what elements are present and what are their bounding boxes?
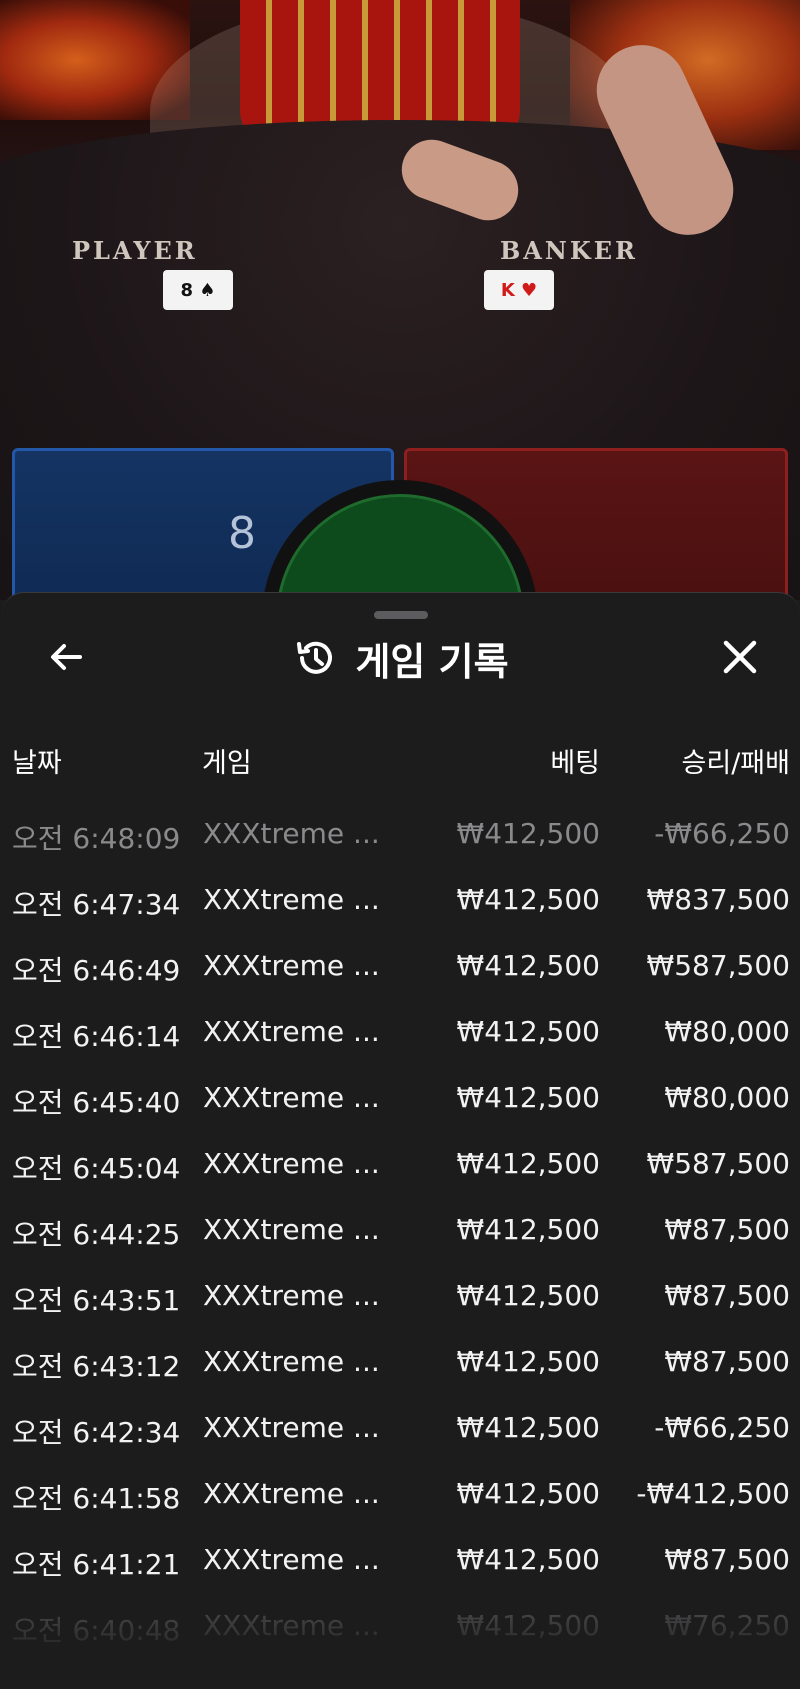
row-date: 오전 6:46:49 [12, 954, 181, 987]
row-win-loss: -₩66,250 [654, 817, 790, 850]
history-row[interactable]: 오전 6:40:48 XXXtreme ... ₩412,500 ₩76,250 [2, 1595, 800, 1661]
history-icon [297, 641, 333, 674]
row-bet: ₩412,500 [456, 1081, 600, 1114]
row-bet: ₩412,500 [456, 949, 600, 982]
close-icon [723, 640, 757, 674]
row-game: XXXtreme ... [203, 1147, 380, 1180]
row-win-loss: ₩87,500 [664, 1345, 790, 1378]
row-date: 오전 6:40:48 [12, 1614, 181, 1647]
row-date: 오전 6:46:14 [12, 1020, 181, 1053]
row-game: XXXtreme ... [203, 1213, 380, 1246]
history-list: 오전 6:48:09 XXXtreme ... ₩412,500 -₩66,25… [2, 803, 800, 1661]
history-row[interactable]: 오전 6:41:58 XXXtreme ... ₩412,500 -₩412,5… [2, 1463, 800, 1529]
row-bet: ₩412,500 [456, 817, 600, 850]
history-row[interactable]: 오전 6:44:25 XXXtreme ... ₩412,500 ₩87,500 [2, 1199, 800, 1265]
row-date: 오전 6:41:58 [12, 1482, 181, 1515]
row-date: 오전 6:43:51 [12, 1284, 181, 1317]
row-bet: ₩412,500 [456, 1213, 600, 1246]
sheet-drag-handle[interactable] [374, 611, 428, 619]
row-game: XXXtreme ... [203, 949, 380, 982]
history-row[interactable]: 오전 6:46:14 XXXtreme ... ₩412,500 ₩80,000 [2, 1001, 800, 1067]
game-history-sheet: 게임 기록 날짜 게임 베팅 승리/패배 오전 6:48:09 XXXtreme… [2, 592, 800, 1689]
row-win-loss: ₩80,000 [664, 1015, 790, 1048]
history-row[interactable]: 오전 6:48:09 XXXtreme ... ₩412,500 -₩66,25… [2, 803, 800, 869]
row-win-loss: ₩76,250 [664, 1609, 790, 1642]
close-button[interactable] [716, 633, 764, 681]
row-bet: ₩412,500 [456, 1411, 600, 1444]
row-game: XXXtreme ... [203, 883, 380, 916]
row-bet: ₩412,500 [456, 1609, 600, 1642]
history-row[interactable]: 오전 6:41:21 XXXtreme ... ₩412,500 ₩87,500 [2, 1529, 800, 1595]
row-game: XXXtreme ... [203, 1081, 380, 1114]
row-win-loss: ₩587,500 [646, 949, 790, 982]
row-bet: ₩412,500 [456, 1477, 600, 1510]
history-row[interactable]: 오전 6:47:34 XXXtreme ... ₩412,500 ₩837,50… [2, 869, 800, 935]
row-game: XXXtreme ... [203, 1345, 380, 1378]
column-header-game: 게임 [202, 748, 252, 779]
row-game: XXXtreme ... [203, 1411, 380, 1444]
row-bet: ₩412,500 [456, 1279, 600, 1312]
column-header-win-loss: 승리/패배 [681, 748, 790, 779]
row-win-loss: -₩412,500 [636, 1477, 790, 1510]
row-date: 오전 6:45:40 [12, 1086, 181, 1119]
row-game: XXXtreme ... [203, 1477, 380, 1510]
row-game: XXXtreme ... [203, 1279, 380, 1312]
row-win-loss: ₩87,500 [664, 1279, 790, 1312]
row-bet: ₩412,500 [456, 1015, 600, 1048]
row-bet: ₩412,500 [456, 883, 600, 916]
sheet-title: 게임 기록 [355, 639, 509, 684]
history-row[interactable]: 오전 6:45:04 XXXtreme ... ₩412,500 ₩587,50… [2, 1133, 800, 1199]
row-game: XXXtreme ... [203, 1015, 380, 1048]
row-date: 오전 6:42:34 [12, 1416, 181, 1449]
banker-card: K ♥ [484, 270, 554, 310]
row-date: 오전 6:45:04 [12, 1152, 181, 1185]
row-date: 오전 6:47:34 [12, 888, 181, 921]
sheet-header: 게임 기록 [2, 623, 800, 693]
sheet-title-group: 게임 기록 [2, 623, 800, 693]
table-label-player: PLAYER [72, 236, 198, 265]
row-win-loss: ₩80,000 [664, 1081, 790, 1114]
history-row[interactable]: 오전 6:43:12 XXXtreme ... ₩412,500 ₩87,500 [2, 1331, 800, 1397]
row-win-loss: ₩87,500 [664, 1213, 790, 1246]
player-score: 8 [228, 508, 256, 559]
row-bet: ₩412,500 [456, 1147, 600, 1180]
history-row[interactable]: 오전 6:45:40 XXXtreme ... ₩412,500 ₩80,000 [2, 1067, 800, 1133]
row-game: XXXtreme ... [203, 817, 380, 850]
row-game: XXXtreme ... [203, 1609, 380, 1642]
row-date: 오전 6:48:09 [12, 822, 181, 855]
row-bet: ₩412,500 [456, 1543, 600, 1576]
row-bet: ₩412,500 [456, 1345, 600, 1378]
row-game: XXXtreme ... [203, 1543, 380, 1576]
row-win-loss: ₩837,500 [646, 883, 790, 916]
column-header-bet: 베팅 [550, 748, 600, 779]
player-card: 8 ♠ [163, 270, 233, 310]
row-date: 오전 6:43:12 [12, 1350, 181, 1383]
row-win-loss: ₩87,500 [664, 1543, 790, 1576]
history-row[interactable]: 오전 6:43:51 XXXtreme ... ₩412,500 ₩87,500 [2, 1265, 800, 1331]
table-label-banker: BANKER [500, 236, 638, 265]
row-date: 오전 6:41:21 [12, 1548, 181, 1581]
row-win-loss: -₩66,250 [654, 1411, 790, 1444]
history-row[interactable]: 오전 6:46:49 XXXtreme ... ₩412,500 ₩587,50… [2, 935, 800, 1001]
row-win-loss: ₩587,500 [646, 1147, 790, 1180]
history-row[interactable]: 오전 6:42:34 XXXtreme ... ₩412,500 -₩66,25… [2, 1397, 800, 1463]
column-header-date: 날짜 [12, 748, 62, 779]
row-date: 오전 6:44:25 [12, 1218, 181, 1251]
